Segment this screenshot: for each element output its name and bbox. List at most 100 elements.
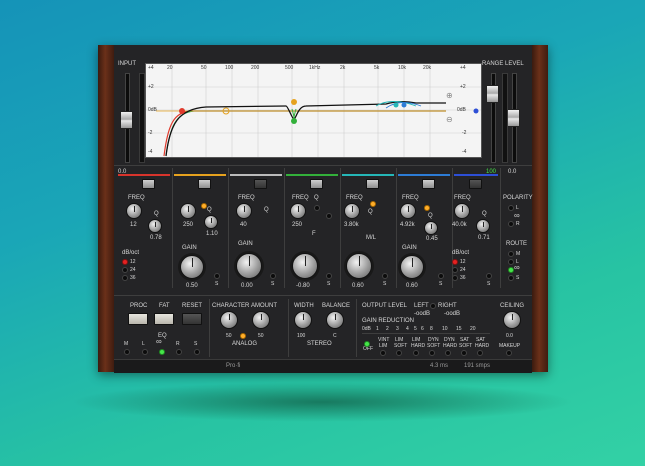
- output-right-value: -oodB: [444, 311, 461, 317]
- band5-type-switch[interactable]: [366, 179, 379, 189]
- band7-slope-36[interactable]: [452, 275, 458, 281]
- freq-tick: 500: [285, 65, 294, 71]
- ceiling-knob[interactable]: [503, 311, 521, 329]
- band1-freq-knob[interactable]: [126, 203, 142, 219]
- band6-gain-knob[interactable]: [400, 255, 424, 279]
- analog-led[interactable]: [240, 333, 246, 339]
- mode-label: SOFT: [394, 343, 408, 349]
- band2-solo-led[interactable]: [214, 273, 220, 279]
- band6-freq-knob[interactable]: [400, 203, 416, 219]
- band2-q-knob[interactable]: [204, 215, 218, 229]
- band7-type-switch[interactable]: [469, 179, 482, 189]
- band7-slope-24[interactable]: [452, 267, 458, 273]
- mode-off-led[interactable]: [364, 341, 370, 347]
- band1-q-label: Q: [154, 211, 159, 217]
- link-icon[interactable]: ∞: [514, 212, 520, 220]
- band6-node[interactable]: [401, 102, 407, 108]
- band6-color-line: [398, 174, 450, 176]
- band7-q-knob[interactable]: [476, 219, 490, 233]
- band1-slope-24[interactable]: [122, 267, 128, 273]
- eq-right-led[interactable]: [176, 349, 182, 355]
- zoom-in-icon[interactable]: ⊕: [446, 92, 453, 100]
- band7-freq-knob[interactable]: [454, 203, 470, 219]
- band4-enable-led[interactable]: [326, 213, 332, 219]
- width-knob[interactable]: [294, 311, 312, 329]
- plugin-panel: INPUT 0.0 20 50 100 200 500 1kHz 2k 5k 1…: [114, 45, 533, 373]
- band1-q-knob[interactable]: [148, 219, 162, 233]
- band4-node[interactable]: [291, 118, 297, 124]
- character-knob[interactable]: [220, 311, 238, 329]
- band1-freq-label: FREQ: [128, 195, 145, 201]
- input-fader[interactable]: [120, 111, 133, 129]
- band1-node[interactable]: [179, 108, 185, 114]
- band5-freq-knob[interactable]: [344, 203, 360, 219]
- band4-q-led[interactable]: [314, 205, 320, 211]
- band3-node[interactable]: [291, 99, 297, 105]
- divider: [356, 299, 357, 357]
- route-mid-led[interactable]: [508, 251, 514, 257]
- db-tick-right: -2: [462, 130, 467, 136]
- band1-type-switch[interactable]: [142, 179, 155, 189]
- band4-freq-knob[interactable]: [290, 203, 306, 219]
- gr-scale-tick: 3: [396, 326, 399, 332]
- polarity-right-led[interactable]: [508, 221, 514, 227]
- band4-type-switch[interactable]: [310, 179, 323, 189]
- amount-knob[interactable]: [252, 311, 270, 329]
- band2-freq-knob[interactable]: [180, 203, 196, 219]
- band4-gain-knob[interactable]: [292, 253, 318, 279]
- band4-solo-led[interactable]: [326, 273, 332, 279]
- mode-led[interactable]: [461, 350, 467, 356]
- balance-knob[interactable]: [326, 311, 344, 329]
- band7-node[interactable]: [473, 108, 479, 114]
- band-divider: [228, 168, 229, 288]
- band3-freq-knob[interactable]: [236, 203, 252, 219]
- eq-stereo-led[interactable]: [159, 349, 165, 355]
- route-side-led[interactable]: [508, 275, 514, 281]
- eq-curve-display[interactable]: 20 50 100 200 500 1kHz 2k 5k 10k 20k +4 …: [145, 63, 482, 158]
- eq-left-led[interactable]: [142, 349, 148, 355]
- band6-type-switch[interactable]: [422, 179, 435, 189]
- range-fader[interactable]: [486, 85, 499, 103]
- mode-led[interactable]: [445, 350, 451, 356]
- band5-node[interactable]: [393, 102, 399, 108]
- band3-gain-label: GAIN: [238, 241, 253, 247]
- mode-led[interactable]: [477, 350, 483, 356]
- band2-q-value: 1.10: [206, 231, 218, 237]
- band6-enable-led[interactable]: [424, 205, 430, 211]
- band5-solo-led[interactable]: [382, 273, 388, 279]
- band6-solo-label: S: [439, 281, 443, 287]
- level-fader[interactable]: [507, 109, 520, 127]
- band7-solo-led[interactable]: [486, 273, 492, 279]
- mode-label: HARD: [475, 343, 490, 349]
- band5-gain-knob[interactable]: [346, 253, 372, 279]
- slope-option: 12: [460, 259, 466, 265]
- band6-solo-led[interactable]: [438, 273, 444, 279]
- band7-q-value: 0.71: [478, 235, 490, 241]
- eq-mid-led[interactable]: [124, 349, 130, 355]
- band1-slope-36[interactable]: [122, 275, 128, 281]
- eq-side-led[interactable]: [194, 349, 200, 355]
- band5-enable-led[interactable]: [370, 201, 376, 207]
- balance-label: BALANCE: [322, 303, 351, 309]
- band6-q-knob[interactable]: [424, 221, 438, 235]
- band3-solo-led[interactable]: [270, 273, 276, 279]
- proc-button[interactable]: [128, 313, 148, 325]
- slope-option: 24: [130, 267, 136, 273]
- character-value: 50: [226, 333, 232, 339]
- mode-led[interactable]: [396, 350, 402, 356]
- band1-slope-12[interactable]: [122, 259, 128, 265]
- reset-button[interactable]: [182, 313, 202, 325]
- mode-led[interactable]: [413, 350, 419, 356]
- band7-slope-12[interactable]: [452, 259, 458, 265]
- band3-type-switch[interactable]: [254, 179, 267, 189]
- output-link-led[interactable]: [430, 303, 436, 309]
- level-value: 0.0: [508, 169, 517, 175]
- band3-gain-knob[interactable]: [236, 253, 262, 279]
- zoom-out-icon[interactable]: ⊖: [446, 116, 453, 124]
- fat-button[interactable]: [154, 313, 174, 325]
- band2-type-switch[interactable]: [198, 179, 211, 189]
- mode-led[interactable]: [429, 350, 435, 356]
- makeup-led[interactable]: [506, 350, 512, 356]
- band2-gain-knob[interactable]: [180, 255, 204, 279]
- mode-led[interactable]: [380, 350, 386, 356]
